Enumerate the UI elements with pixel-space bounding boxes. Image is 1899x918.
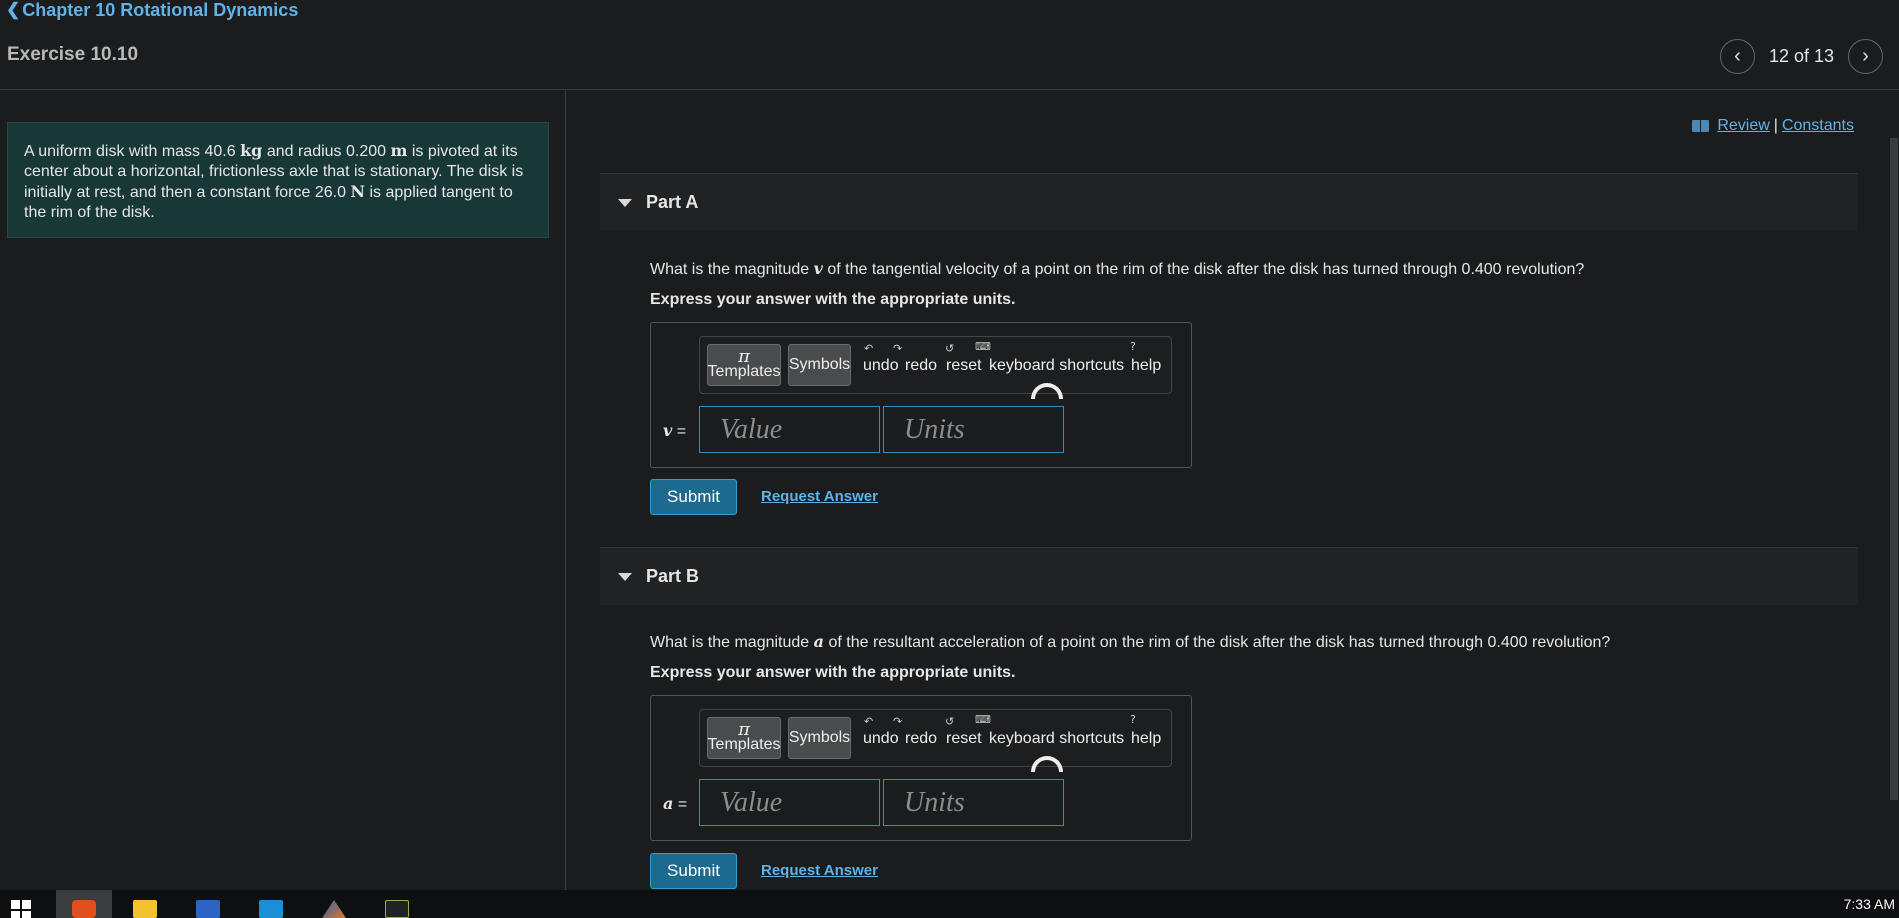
templates-label: Templates	[707, 736, 781, 753]
chapter-link-label: Chapter 10 Rotational Dynamics	[22, 0, 299, 20]
problem-statement: A uniform disk with mass 40.6 kg and rad…	[7, 122, 549, 238]
undo-button[interactable]: undo	[863, 357, 899, 375]
templates-button[interactable]: π Templates	[707, 344, 781, 386]
part-a-answer-box: π Templates Symbols ↶ undo ↷ redo ↺ rese…	[650, 322, 1192, 468]
taskbar-word[interactable]	[180, 890, 236, 918]
templates-label: Templates	[707, 363, 781, 380]
symbols-label: Symbols	[788, 729, 851, 746]
loading-spinner-icon	[1031, 383, 1063, 399]
redo-button[interactable]: redo	[905, 730, 937, 748]
symbols-button[interactable]: Symbols	[788, 344, 851, 386]
review-link[interactable]: Review	[1717, 117, 1769, 135]
reset-icon: ↺	[945, 342, 955, 355]
chevron-left-icon: ❮	[6, 0, 21, 19]
constants-link[interactable]: Constants	[1782, 117, 1854, 135]
undo-button[interactable]: undo	[863, 730, 899, 748]
chevron-right-icon: ›	[1862, 45, 1869, 67]
pi-icon: π	[738, 346, 750, 367]
scrollbar-thumb[interactable]	[1890, 138, 1898, 800]
header-divider	[0, 89, 1899, 90]
terminal-icon	[385, 900, 409, 918]
symbols-label: Symbols	[788, 356, 851, 373]
submit-button[interactable]: Submit	[650, 479, 737, 515]
keyboard-shortcuts-button[interactable]: keyboard shortcuts	[989, 730, 1124, 748]
redo-icon: ↷	[893, 715, 903, 728]
scrollbar[interactable]	[1889, 90, 1899, 890]
request-answer-link[interactable]: Request Answer	[761, 488, 878, 505]
previous-button[interactable]: ‹	[1719, 39, 1755, 74]
templates-button[interactable]: π Templates	[707, 717, 781, 759]
reset-icon: ↺	[945, 715, 955, 728]
taskbar-brave[interactable]	[56, 890, 112, 918]
variable-label: a =	[663, 794, 688, 813]
submit-button[interactable]: Submit	[650, 853, 737, 889]
taskbar-clock: 7:33 AM	[1843, 896, 1895, 912]
brave-browser-icon	[72, 900, 96, 918]
part-b-header[interactable]: Part B	[600, 547, 1858, 605]
part-b-question: What is the magnitude a of the resultant…	[650, 632, 1611, 651]
keyboard-shortcuts-button[interactable]: keyboard shortcuts	[989, 357, 1124, 375]
taskbar-file-explorer[interactable]	[117, 890, 173, 918]
chapter-link[interactable]: ❮ Chapter 10 Rotational Dynamics	[6, 0, 298, 20]
reset-button[interactable]: reset	[946, 357, 982, 375]
chevron-left-icon: ‹	[1734, 45, 1741, 67]
start-button[interactable]	[0, 890, 42, 918]
variable-label: v =	[663, 421, 687, 440]
redo-icon: ↷	[893, 342, 903, 355]
help-button[interactable]: help	[1131, 357, 1161, 375]
folder-icon	[133, 900, 157, 918]
undo-icon: ↶	[864, 342, 874, 355]
units-input[interactable]: Units	[883, 406, 1064, 453]
part-a-question: What is the magnitude v of the tangentia…	[650, 259, 1585, 278]
loading-spinner-icon	[1031, 756, 1063, 772]
part-a-instruction: Express your answer with the appropriate…	[650, 291, 1016, 308]
panel-divider	[565, 90, 566, 890]
help-icon: ?	[1130, 340, 1136, 353]
taskbar: 7:33 AM	[0, 890, 1899, 918]
store-icon	[259, 900, 283, 918]
units-input[interactable]: Units	[883, 779, 1064, 826]
pager-count: 12 of 13	[1768, 46, 1834, 66]
symbols-button[interactable]: Symbols	[788, 717, 851, 759]
part-b-label: Part B	[646, 566, 700, 586]
keyboard-icon: ⌨	[975, 340, 991, 353]
taskbar-store[interactable]	[243, 890, 299, 918]
caret-down-icon	[618, 572, 632, 581]
help-button[interactable]: help	[1131, 730, 1161, 748]
keyboard-icon: ⌨	[975, 713, 991, 726]
resource-links: Review | Constants	[1692, 117, 1854, 135]
book-icon	[1692, 120, 1710, 132]
part-b-answer-box: π Templates Symbols ↶ undo ↷ redo ↺ rese…	[650, 695, 1192, 841]
link-separator: |	[1773, 117, 1778, 134]
part-a-label: Part A	[646, 192, 699, 212]
taskbar-matlab[interactable]	[306, 890, 362, 918]
matlab-icon	[322, 900, 346, 918]
caret-down-icon	[618, 198, 632, 207]
taskbar-app[interactable]	[369, 890, 425, 918]
part-a-header[interactable]: Part A	[600, 173, 1858, 231]
windows-icon	[11, 900, 31, 918]
math-toolbar: π Templates Symbols ↶ undo ↷ redo ↺ rese…	[699, 709, 1172, 772]
value-input[interactable]: Value	[699, 406, 880, 453]
request-answer-link[interactable]: Request Answer	[761, 862, 878, 879]
pi-icon: π	[738, 719, 750, 740]
redo-button[interactable]: redo	[905, 357, 937, 375]
value-input[interactable]: Value	[699, 779, 880, 826]
page-title: Exercise 10.10	[7, 44, 139, 65]
pager: ‹ 12 of 13 ›	[1719, 39, 1883, 74]
math-toolbar: π Templates Symbols ↶ undo ↷ redo ↺ rese…	[699, 336, 1172, 399]
word-icon	[196, 900, 220, 918]
undo-icon: ↶	[864, 715, 874, 728]
next-button[interactable]: ›	[1848, 39, 1883, 74]
reset-button[interactable]: reset	[946, 730, 982, 748]
part-b-instruction: Express your answer with the appropriate…	[650, 664, 1016, 681]
help-icon: ?	[1130, 713, 1136, 726]
